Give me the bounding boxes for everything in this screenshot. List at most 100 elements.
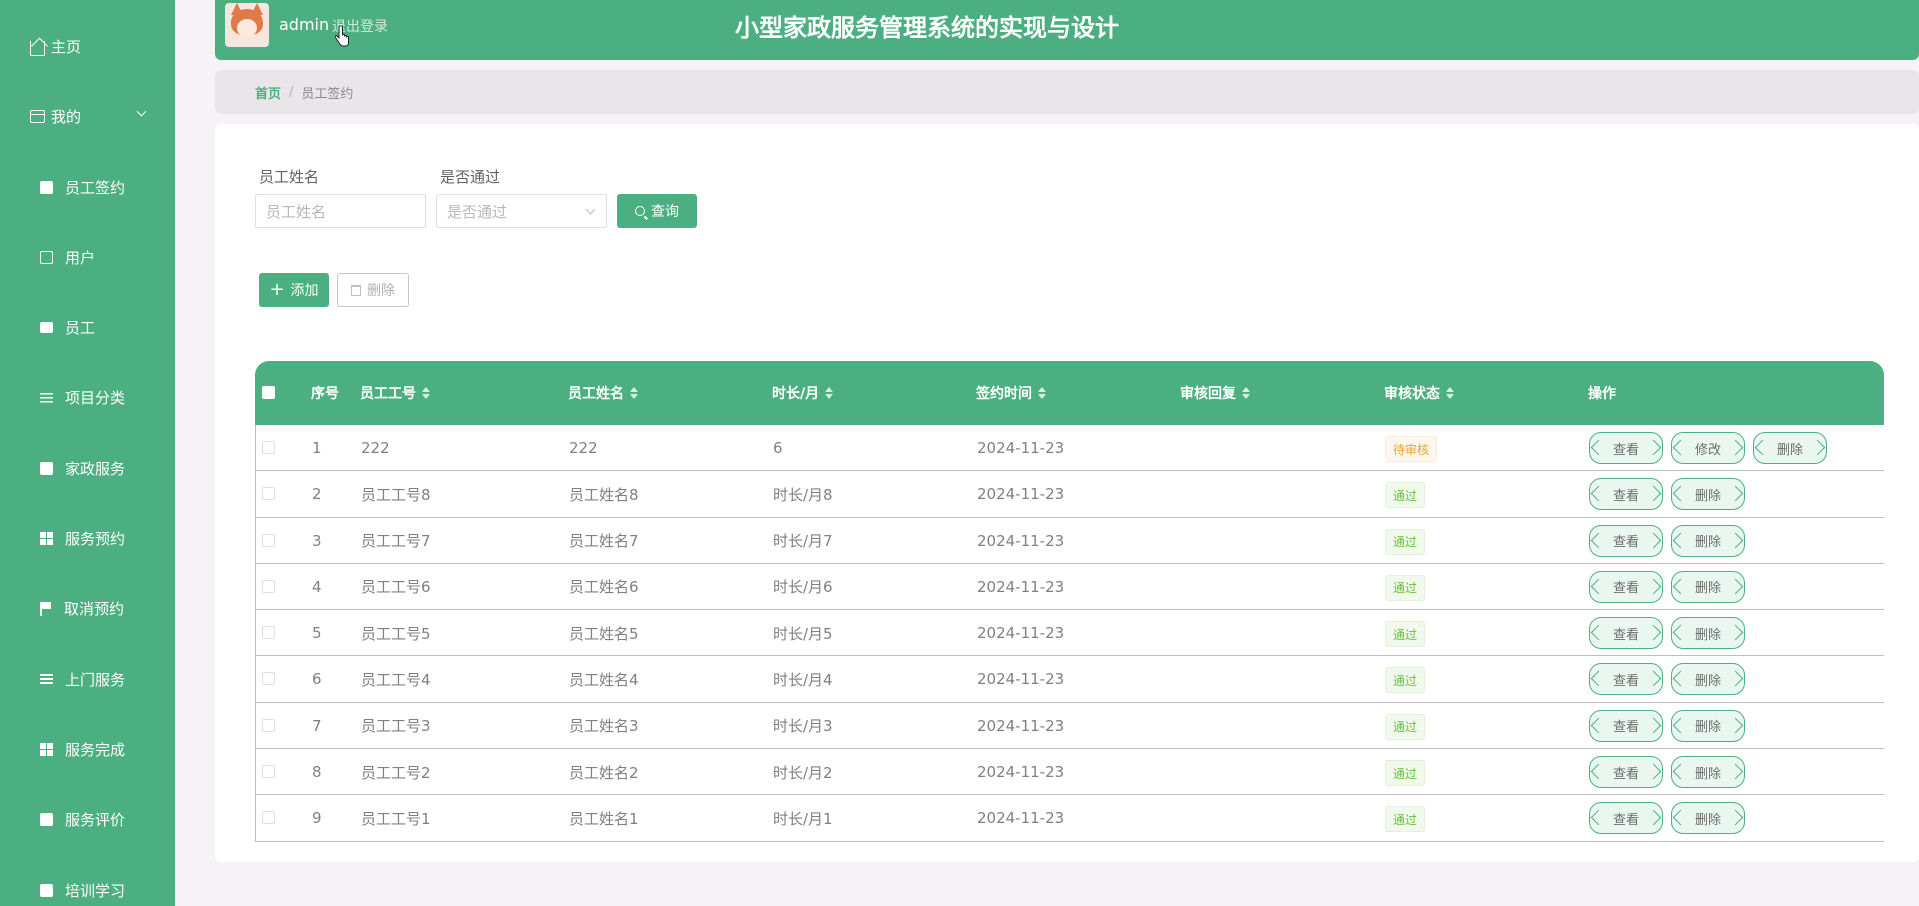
- nav-home[interactable]: 主页: [0, 26, 175, 66]
- employee-name-input[interactable]: 员工姓名: [255, 194, 426, 228]
- status-badge: 通过: [1385, 713, 1426, 740]
- add-button[interactable]: + 添加: [259, 273, 329, 307]
- breadcrumb-separator: /: [289, 84, 294, 100]
- plus-icon: +: [269, 279, 285, 300]
- delete-button[interactable]: 删除: [1671, 709, 1745, 742]
- view-button[interactable]: 查看: [1589, 709, 1663, 742]
- sidebar-item[interactable]: 培训学习: [0, 870, 175, 906]
- nav-mine[interactable]: 我的: [0, 96, 175, 136]
- sort-icon[interactable]: [630, 387, 638, 399]
- breadcrumb-home[interactable]: 首页: [255, 83, 281, 102]
- header-emp-name[interactable]: 员工姓名: [568, 361, 638, 425]
- row-checkbox[interactable]: [262, 811, 275, 825]
- chevron-down-icon: [136, 106, 147, 117]
- query-button[interactable]: 查询: [617, 194, 697, 228]
- delete-button[interactable]: 删除: [1671, 478, 1745, 511]
- delete-button[interactable]: 删除: [1671, 663, 1745, 696]
- sidebar-item-label: 服务预约: [65, 530, 126, 548]
- delete-button-label: 删除: [367, 283, 395, 299]
- delete-button[interactable]: 删除: [337, 273, 409, 307]
- row-checkbox[interactable]: [262, 533, 275, 547]
- edit-button[interactable]: 修改: [1671, 432, 1745, 464]
- table-row: 1 222 222 6 2024-11-23 待审核 查看 修改 删除: [255, 425, 1884, 472]
- sidebar-item[interactable]: 服务预约: [0, 519, 175, 559]
- pass-status-placeholder: 是否通过: [447, 202, 508, 221]
- view-button[interactable]: 查看: [1589, 802, 1663, 835]
- grid-icon: [40, 532, 53, 545]
- clipboard-icon: [40, 180, 53, 194]
- sidebar-item[interactable]: 项目分类: [0, 378, 175, 418]
- status-badge: 通过: [1385, 760, 1426, 787]
- cell-index: 1: [312, 439, 322, 457]
- sidebar-item-label: 服务完成: [65, 740, 126, 759]
- header-sign-time[interactable]: 签约时间: [976, 361, 1046, 425]
- cell-emp-no: 员工工号4: [361, 670, 431, 689]
- header-emp-no[interactable]: 员工工号: [360, 361, 430, 425]
- row-checkbox[interactable]: [262, 718, 275, 732]
- row-checkbox[interactable]: [262, 441, 275, 454]
- view-button[interactable]: 查看: [1589, 432, 1663, 464]
- row-checkbox[interactable]: [262, 579, 275, 593]
- home-icon: [30, 40, 45, 56]
- row-checkbox[interactable]: [262, 626, 275, 640]
- breadcrumb-current: 员工签约: [301, 86, 354, 102]
- cell-sign-time: 2024-11-23: [977, 624, 1065, 643]
- header-index: 序号: [311, 386, 339, 402]
- delete-button[interactable]: 删除: [1671, 570, 1745, 603]
- view-button[interactable]: 查看: [1589, 617, 1663, 650]
- status-badge: 待审核: [1385, 436, 1438, 462]
- sort-icon[interactable]: [422, 387, 430, 399]
- sidebar-item[interactable]: 上门服务: [0, 659, 175, 699]
- row-checkbox[interactable]: [262, 672, 275, 686]
- delete-button[interactable]: 删除: [1671, 802, 1745, 835]
- sort-icon[interactable]: [1038, 387, 1046, 399]
- sidebar-item[interactable]: 员工: [0, 308, 175, 348]
- cell-emp-name: 员工姓名3: [569, 717, 639, 736]
- sidebar-item[interactable]: 用户: [0, 237, 175, 277]
- cell-duration: 时长/月2: [773, 763, 833, 782]
- sidebar-item-label: 取消预约: [64, 600, 125, 619]
- view-button[interactable]: 查看: [1589, 663, 1663, 696]
- sidebar-item[interactable]: 服务评价: [0, 800, 175, 840]
- header-review-reply[interactable]: 审核回复: [1180, 361, 1250, 425]
- delete-button[interactable]: 删除: [1671, 756, 1745, 789]
- delete-button[interactable]: 删除: [1671, 524, 1745, 557]
- search-icon: [635, 206, 645, 216]
- sidebar-item[interactable]: 家政服务: [0, 448, 175, 488]
- sidebar-item[interactable]: 服务完成: [0, 729, 175, 769]
- reading-icon: [40, 883, 53, 897]
- select-all-checkbox[interactable]: [262, 386, 275, 399]
- cell-duration: 时长/月8: [773, 485, 833, 504]
- row-checkbox[interactable]: [262, 765, 275, 779]
- employee-name-label: 员工姓名: [259, 168, 320, 186]
- cell-sign-time: 2024-11-23: [977, 439, 1065, 457]
- sidebar-item[interactable]: 员工签约: [0, 167, 175, 207]
- main-card: 员工姓名 员工姓名 是否通过 是否通过 查询 + 添加 删除 序号 员工工号 员…: [215, 124, 1919, 862]
- cell-duration: 时长/月5: [773, 624, 833, 643]
- table-row: 9 员工工号1 员工姓名1 时长/月1 2024-11-23 通过 查看 删除: [255, 795, 1884, 842]
- cell-emp-no: 员工工号7: [361, 532, 431, 551]
- delete-button[interactable]: 删除: [1671, 617, 1745, 650]
- sidebar-item[interactable]: 取消预约: [0, 589, 175, 629]
- sort-icon[interactable]: [1242, 387, 1250, 399]
- view-button[interactable]: 查看: [1589, 478, 1663, 511]
- cell-index: 8: [312, 763, 322, 782]
- cell-emp-name: 222: [569, 439, 598, 457]
- add-button-label: 添加: [290, 283, 319, 299]
- header-duration[interactable]: 时长/月: [772, 361, 834, 425]
- view-button[interactable]: 查看: [1589, 756, 1663, 789]
- cell-emp-name: 员工姓名1: [569, 809, 639, 828]
- sort-icon[interactable]: [1446, 387, 1454, 399]
- row-checkbox[interactable]: [262, 487, 275, 501]
- delete-button[interactable]: 删除: [1753, 432, 1827, 464]
- query-button-label: 查询: [651, 204, 679, 220]
- header-review-status[interactable]: 审核状态: [1384, 361, 1454, 425]
- view-button[interactable]: 查看: [1589, 524, 1663, 557]
- view-button[interactable]: 查看: [1589, 570, 1663, 603]
- cell-sign-time: 2024-11-23: [977, 716, 1065, 735]
- sort-icon[interactable]: [825, 387, 834, 399]
- employee-name-placeholder: 员工姓名: [266, 202, 327, 221]
- sidebar-item-label: 用户: [65, 248, 96, 267]
- pass-status-select[interactable]: 是否通过: [436, 194, 607, 228]
- cell-index: 3: [312, 531, 322, 550]
